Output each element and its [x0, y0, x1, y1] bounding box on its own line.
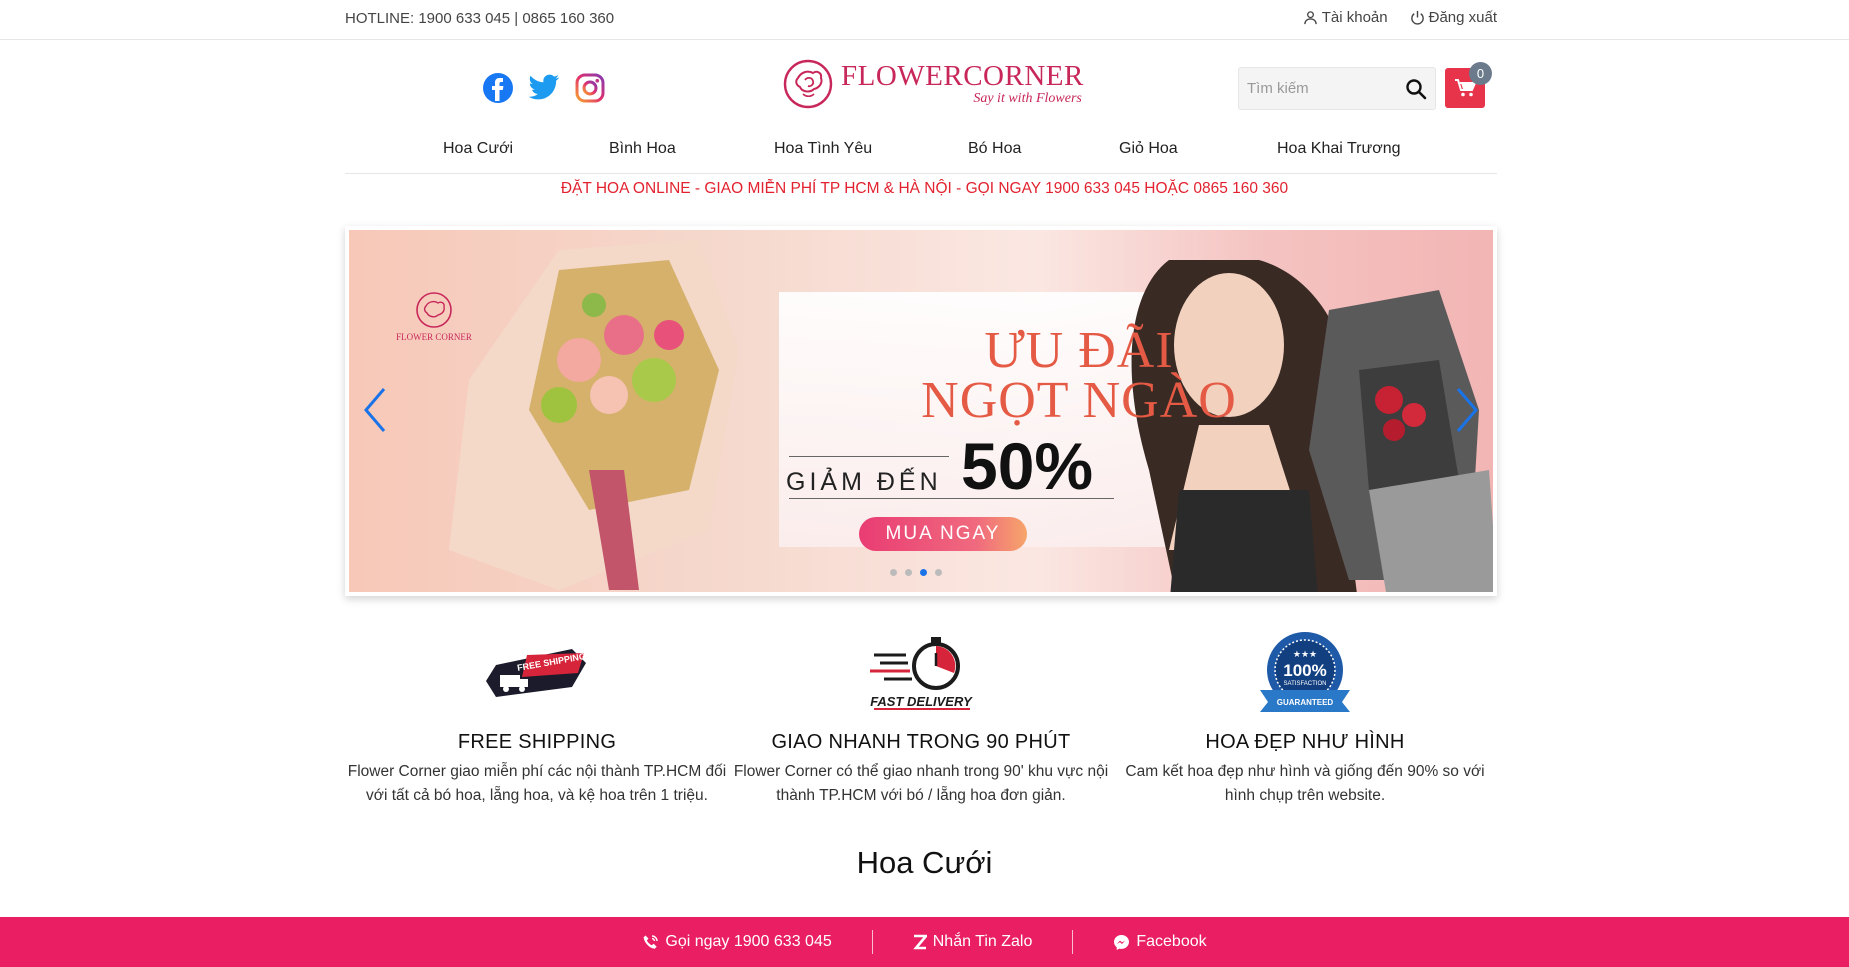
- search-box: [1238, 67, 1436, 110]
- logout-label: Đăng xuất: [1428, 9, 1497, 26]
- feature-title: GIAO NHANH TRONG 90 PHÚT: [771, 731, 1071, 753]
- carousel-next-icon[interactable]: [1452, 385, 1482, 435]
- flower-logo-icon: [783, 59, 833, 109]
- account-link[interactable]: Tài khoản: [1303, 9, 1388, 26]
- nav-item-bo-hoa[interactable]: Bó Hoa: [968, 140, 1021, 158]
- nav-item-hoa-khai-truong[interactable]: Hoa Khai Trương: [1277, 140, 1400, 158]
- messenger-icon: [1114, 934, 1130, 950]
- section-title: Hoa Cưới: [856, 845, 993, 880]
- phone-icon: [643, 934, 659, 949]
- svg-text:★★★: ★★★: [1293, 649, 1317, 659]
- call-now-button[interactable]: Gọi ngay 1900 633 045: [602, 933, 871, 951]
- banner-logo: FLOWER CORNER: [389, 290, 479, 342]
- free-shipping-icon: FREE SHIPPING: [345, 630, 729, 715]
- user-icon: [1303, 11, 1317, 25]
- promo-text: ĐẶT HOA ONLINE - GIAO MIỄN PHÍ TP HCM & …: [560, 180, 1289, 197]
- fast-delivery-icon: FAST DELIVERY: [729, 630, 1113, 715]
- hotline-text: HOTLINE: 1900 633 045 | 0865 160 360: [345, 10, 615, 27]
- feature-title: FREE SHIPPING: [457, 731, 617, 753]
- main-nav: Hoa Cưới Bình Hoa Hoa Tình Yêu Bó Hoa Gi…: [345, 134, 1497, 174]
- account-label: Tài khoản: [1321, 9, 1388, 26]
- hero-banner[interactable]: FLOWER CORNER ƯU ĐÃI NGỌT NGÀO GIẢM ĐẾN …: [345, 226, 1497, 596]
- bouquet-image: [449, 240, 739, 590]
- social-links: [482, 72, 606, 104]
- nav-item-hoa-tinh-yeu[interactable]: Hoa Tình Yêu: [774, 140, 872, 158]
- twitter-icon[interactable]: [528, 72, 560, 104]
- svg-text:GUARANTEED: GUARANTEED: [1277, 698, 1334, 707]
- feature-description: Cam kết hoa đẹp như hình và giống đến 90…: [1125, 763, 1485, 804]
- shop-now-button[interactable]: MUA NGAY: [859, 517, 1027, 551]
- power-icon: [1410, 10, 1424, 25]
- carousel-dot[interactable]: [905, 569, 912, 576]
- nav-item-hoa-cuoi[interactable]: Hoa Cưới: [443, 140, 513, 158]
- facebook-icon[interactable]: [482, 72, 514, 104]
- feature-description: Flower Corner giao miễn phí các nội thàn…: [347, 763, 727, 804]
- contact-bar: Gọi ngay 1900 633 045 Nhắn Tin Zalo Face…: [0, 917, 1849, 967]
- brand-tagline: Say it with Flowers: [973, 91, 1082, 106]
- feature-fast-delivery: FAST DELIVERY GIAO NHANH TRONG 90 PHÚT F…: [729, 630, 1113, 808]
- feature-description: Flower Corner có thể giao nhanh trong 90…: [733, 763, 1109, 804]
- feature-free-shipping: FREE SHIPPING FREE SHIPPING Flower Corne…: [345, 630, 729, 808]
- account-links: Tài khoản Đăng xuất: [1303, 9, 1497, 26]
- carousel-dot[interactable]: [890, 569, 897, 576]
- nav-item-gio-hoa[interactable]: Giỏ Hoa: [1119, 140, 1178, 158]
- banner-discount-label: GIẢM ĐẾN: [786, 468, 942, 496]
- logout-link[interactable]: Đăng xuất: [1410, 9, 1497, 26]
- carousel-prev-icon[interactable]: [360, 385, 390, 435]
- site-logo[interactable]: FLOWERCORNER Say it with Flowers: [783, 58, 1084, 110]
- zalo-icon: [912, 934, 927, 950]
- banner-headline-1: ƯU ĐÃI: [984, 322, 1174, 379]
- search-icon[interactable]: [1401, 74, 1431, 104]
- instagram-icon[interactable]: [574, 72, 606, 104]
- feature-guaranteed: 100% SATISFACTION ★★★ GUARANTEED HOA ĐẸP…: [1113, 630, 1497, 808]
- brand-name: FLOWERCORNER: [841, 60, 1084, 92]
- svg-text:FAST DELIVERY: FAST DELIVERY: [870, 694, 973, 709]
- zalo-button[interactable]: Nhắn Tin Zalo: [873, 933, 1073, 951]
- feature-title: HOA ĐẸP NHƯ HÌNH: [1205, 731, 1405, 753]
- top-bar: HOTLINE: 1900 633 045 | 0865 160 360 Tài…: [0, 0, 1849, 40]
- svg-text:100%: 100%: [1283, 661, 1326, 680]
- facebook-button[interactable]: Facebook: [1073, 933, 1246, 951]
- banner-discount-value: 50%: [961, 429, 1094, 503]
- svg-text:SATISFACTION: SATISFACTION: [1284, 681, 1327, 687]
- cart-count-badge: 0: [1469, 62, 1492, 85]
- nav-item-binh-hoa[interactable]: Bình Hoa: [609, 140, 676, 158]
- carousel-dot[interactable]: [935, 569, 942, 576]
- banner-headline-2: NGỌT NGÀO: [921, 372, 1237, 429]
- carousel-dots: [890, 569, 942, 576]
- search-input[interactable]: [1239, 80, 1401, 97]
- flower-logo-icon: [416, 292, 452, 328]
- satisfaction-guaranteed-icon: 100% SATISFACTION ★★★ GUARANTEED: [1113, 630, 1497, 715]
- carousel-dot-active[interactable]: [920, 569, 927, 576]
